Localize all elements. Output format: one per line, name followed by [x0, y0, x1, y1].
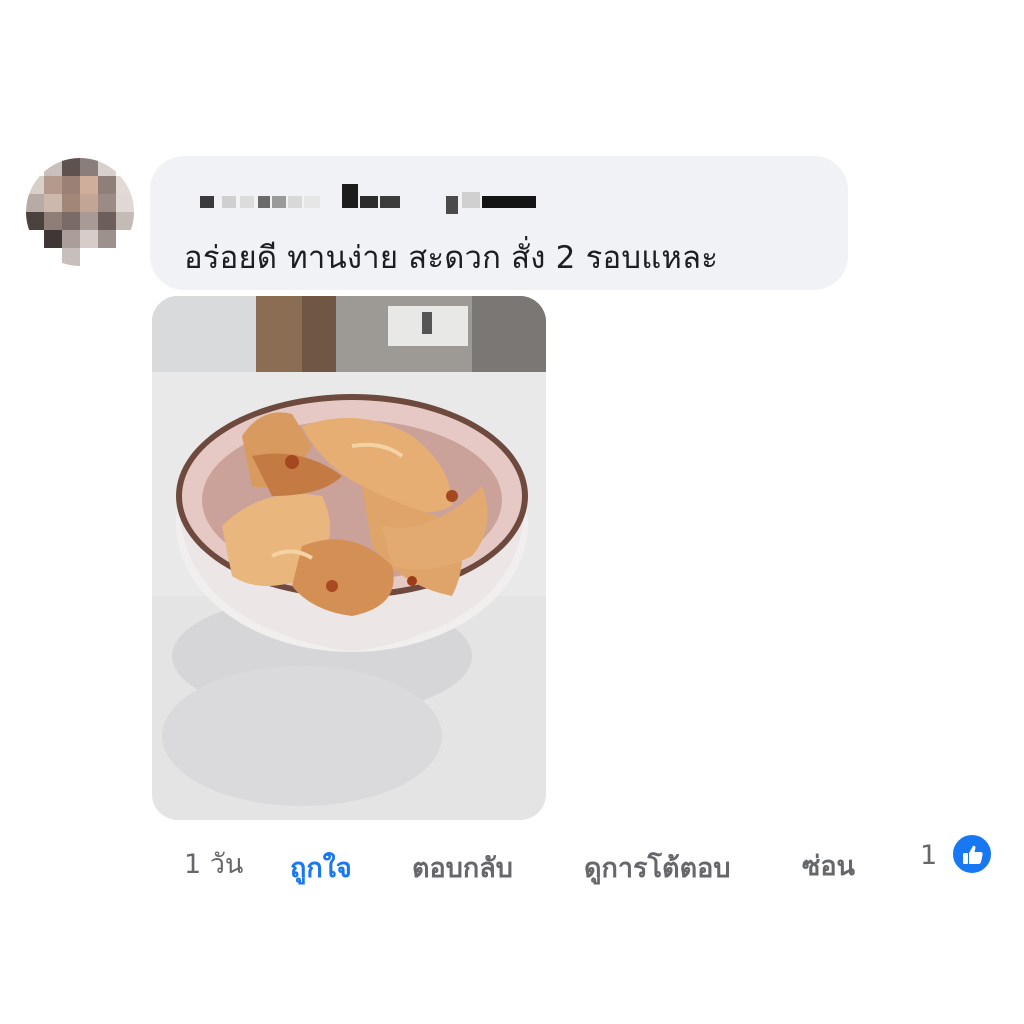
- view-replies-button[interactable]: ดูการโต้ตอบ: [584, 846, 730, 889]
- comment-photo[interactable]: [152, 296, 546, 820]
- comment-timestamp[interactable]: 1 วัน: [184, 842, 243, 885]
- comment-actions: 1 วัน ถูกใจ ตอบกลับ ดูการโต้ตอบ ซ่อน 1: [0, 836, 1024, 884]
- comment-text: อร่อยดี ทานง่าย สะดวก สั่ง 2 รอบแหละ: [184, 240, 719, 276]
- avatar[interactable]: [26, 158, 134, 266]
- reaction-count[interactable]: 1: [920, 840, 937, 871]
- author-name-redacted[interactable]: [200, 182, 560, 214]
- hide-button[interactable]: ซ่อน: [802, 844, 855, 887]
- reply-button[interactable]: ตอบกลับ: [412, 846, 513, 889]
- comment-screen: อร่อยดี ทานง่าย สะดวก สั่ง 2 รอบแหละ 1 ว…: [0, 0, 1024, 1024]
- food-bowl-image: [152, 296, 546, 820]
- like-button[interactable]: ถูกใจ: [290, 846, 352, 889]
- like-thumb-icon[interactable]: [950, 832, 994, 876]
- comment-bubble: อร่อยดี ทานง่าย สะดวก สั่ง 2 รอบแหละ: [150, 156, 848, 290]
